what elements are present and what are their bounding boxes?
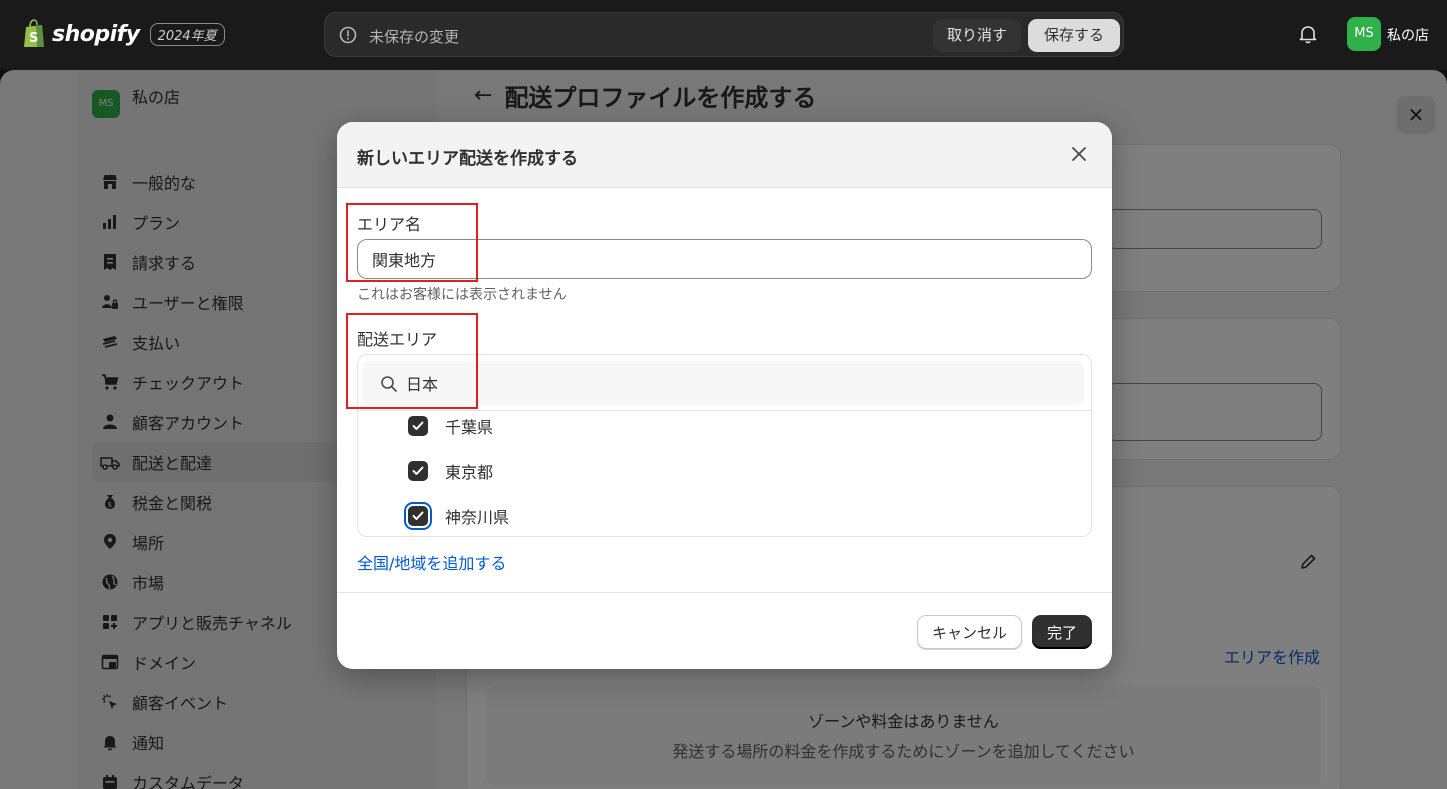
- svg-text:S: S: [29, 31, 38, 46]
- checkbox-checked[interactable]: [408, 461, 428, 481]
- modal-footer: キャンセル 完了: [337, 592, 1112, 669]
- save-button[interactable]: 保存する: [1028, 19, 1121, 52]
- create-area-modal: 新しいエリア配送を作成する エリア名 これはお客様には表示されません 配送エリア…: [337, 122, 1112, 669]
- checkmark-icon: [412, 511, 424, 520]
- region-row-kanagawa[interactable]: 神奈川県: [404, 502, 510, 530]
- shopify-bag-icon: S: [24, 19, 44, 47]
- region-label: 千葉県: [445, 418, 494, 437]
- region-label: 神奈川県: [445, 508, 510, 527]
- region-row-chiba[interactable]: 千葉県: [408, 413, 493, 439]
- checkbox-checked-focused[interactable]: [404, 502, 432, 530]
- checkmark-icon: [412, 466, 424, 475]
- region-search-row: [358, 355, 1091, 411]
- brand-wordmark: shopify: [52, 21, 140, 47]
- discard-button[interactable]: 取り消す: [933, 19, 1022, 52]
- shopify-logo[interactable]: S shopify 2024年夏: [22, 19, 225, 49]
- modal-title: 新しいエリア配送を作成する: [357, 149, 578, 169]
- close-icon[interactable]: [1067, 142, 1091, 166]
- region-search-input[interactable]: [406, 369, 1006, 397]
- search-icon: [381, 376, 397, 392]
- region-search-field[interactable]: [362, 361, 1084, 405]
- region-row-tokyo[interactable]: 東京都: [408, 458, 493, 484]
- add-country-link[interactable]: 全国/地域を追加する: [357, 550, 506, 574]
- region-label: 東京都: [445, 463, 494, 482]
- cancel-button[interactable]: キャンセル: [917, 615, 1022, 649]
- shipping-area-picker: 千葉県 東京都 神奈川県: [357, 354, 1092, 537]
- modal-header: 新しいエリア配送を作成する: [337, 122, 1112, 188]
- edition-badge: 2024年夏: [149, 22, 225, 46]
- checkbox-checked[interactable]: [408, 416, 428, 436]
- area-name-input[interactable]: [357, 239, 1092, 279]
- unsaved-message: 未保存の変更: [369, 28, 460, 46]
- unsaved-changes-bar: 未保存の変更 取り消す 保存する: [324, 12, 1124, 57]
- done-button[interactable]: 完了: [1032, 615, 1092, 649]
- alert-circle-icon: [339, 26, 357, 44]
- checkmark-icon: [412, 421, 424, 430]
- area-name-help: これはお客様には表示されません: [357, 287, 567, 303]
- top-bar: S shopify 2024年夏 未保存の変更 取り消す 保存する MS 私の店: [0, 0, 1447, 70]
- shipping-area-label: 配送エリア: [357, 330, 438, 349]
- notification-bell-icon[interactable]: [1297, 23, 1319, 45]
- store-name[interactable]: 私の店: [1387, 25, 1429, 45]
- area-name-label: エリア名: [357, 215, 422, 234]
- user-avatar[interactable]: MS: [1347, 17, 1381, 51]
